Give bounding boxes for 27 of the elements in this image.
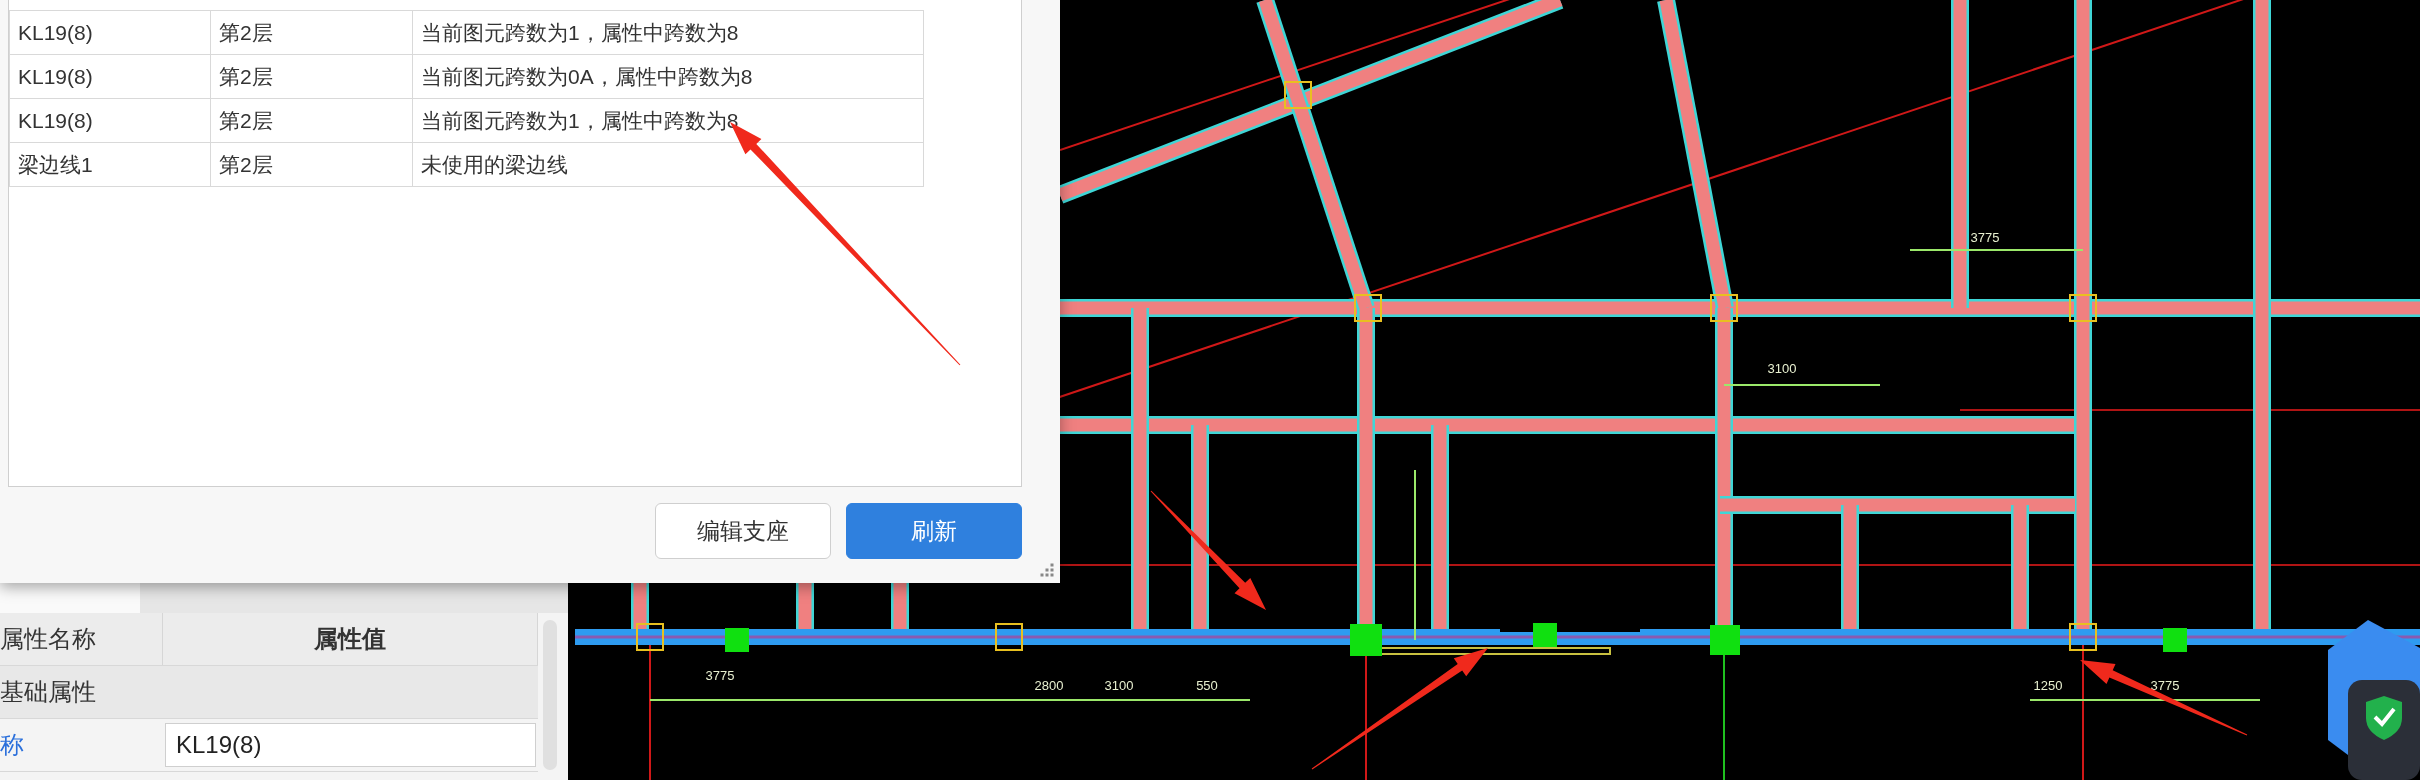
table-cell: 第2层 <box>210 98 413 143</box>
property-value-field[interactable]: KL19(8) <box>165 723 536 767</box>
security-shield-icon[interactable] <box>2328 620 2420 780</box>
edit-button[interactable]: 编辑支座 <box>655 503 831 559</box>
table-cell: 当前图元跨数为0A，属性中跨数为8 <box>412 54 924 99</box>
table-cell: KL19(8) <box>9 98 211 143</box>
dimension-label: 3775 <box>1970 230 2000 245</box>
table-cell: KL19(8) <box>9 54 211 99</box>
group-row[interactable]: 基础属性 <box>0 666 538 719</box>
table-cell: KL19(8) <box>9 10 211 55</box>
table-cell: 第2层 <box>210 10 413 55</box>
dimension-label: 3775 <box>2150 678 2180 693</box>
dimension-label: 550 <box>1196 678 1218 693</box>
table-cell: 当前图元跨数为1，属性中跨数为8 <box>412 10 924 55</box>
refresh-button[interactable]: 刷新 <box>846 503 1022 559</box>
dimension-label: 2800 <box>1034 678 1064 693</box>
column-header: 属性名称 <box>0 613 163 665</box>
property-name: 称 <box>0 730 25 760</box>
dimension-label: 3775 <box>705 668 735 683</box>
dimension-label: 3100 <box>1767 361 1797 376</box>
dimension-label: 3100 <box>1104 678 1134 693</box>
table-cell: 梁边线1 <box>9 142 211 187</box>
dimension-label: 1250 <box>2033 678 2063 693</box>
resize-grip-icon[interactable] <box>1040 563 1054 577</box>
table-cell: 第2层 <box>210 142 413 187</box>
column-header: 属性值 <box>163 613 538 665</box>
table-cell: 第2层 <box>210 54 413 99</box>
